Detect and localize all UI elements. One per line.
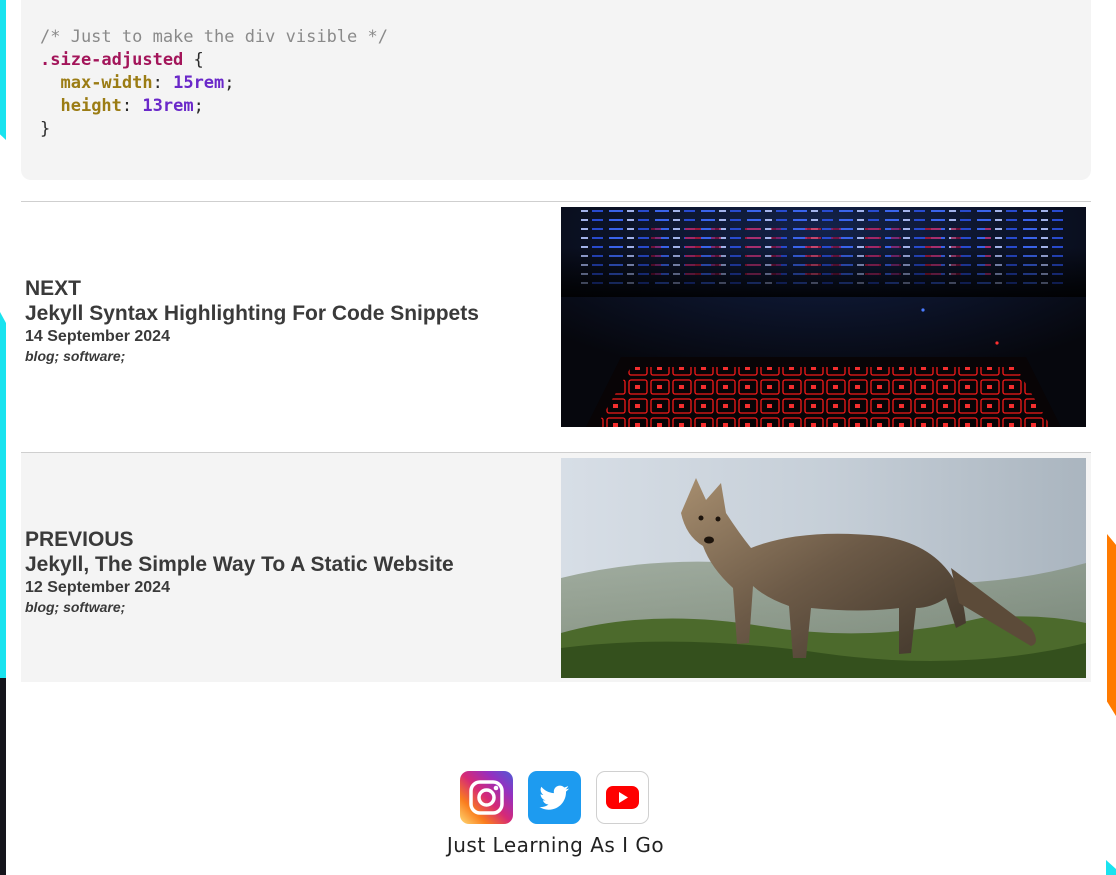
previous-post-info: PREVIOUS Jekyll, The Simple Way To A Sta…: [25, 528, 454, 616]
previous-post-link[interactable]: PREVIOUS Jekyll, The Simple Way To A Sta…: [21, 452, 1091, 682]
code-property: height: [60, 96, 122, 116]
twitter-icon[interactable]: [528, 771, 581, 824]
next-post-title[interactable]: Jekyll Syntax Highlighting For Code Snip…: [25, 301, 479, 327]
next-post-info: NEXT Jekyll Syntax Highlighting For Code…: [25, 277, 479, 365]
previous-post-title[interactable]: Jekyll, The Simple Way To A Static Websi…: [25, 552, 454, 578]
previous-label: PREVIOUS: [25, 528, 134, 551]
youtube-icon[interactable]: [596, 771, 649, 824]
code-comment: /* Just to make the div visible */: [40, 27, 388, 47]
code-value: 13rem: [142, 96, 194, 116]
code-brace: }: [40, 119, 51, 139]
next-post-date: 14 September 2024: [25, 328, 170, 345]
site-footer: Just Learning As I Go: [6, 693, 1105, 875]
decorative-edge-right: [1107, 534, 1116, 716]
code-snippet: } /* Just to make the div visible */ .si…: [21, 0, 1091, 180]
decorative-edge-left-middle: [0, 312, 6, 678]
decorative-edge-left-top: [0, 0, 6, 140]
code-value: 15rem: [173, 73, 225, 93]
next-post-link[interactable]: NEXT Jekyll Syntax Highlighting For Code…: [21, 201, 1091, 431]
site-tagline: Just Learning As I Go: [446, 833, 665, 857]
social-links: [460, 771, 649, 824]
code-brace: }: [40, 0, 50, 1]
laptop-keyboard-code-image[interactable]: [561, 207, 1086, 427]
code-property: max-width: [60, 73, 153, 93]
next-post-tags: blog; software;: [25, 348, 126, 364]
previous-post-date: 12 September 2024: [25, 579, 170, 596]
code-brace: {: [183, 50, 204, 70]
previous-post-tags: blog; software;: [25, 599, 126, 615]
code-selector: .size-adjusted: [40, 50, 184, 70]
instagram-icon[interactable]: [460, 771, 513, 824]
decorative-edge-bottom-right: [1106, 860, 1116, 875]
code-text: } /* Just to make the div visible */ .si…: [40, 0, 388, 141]
next-label: NEXT: [25, 277, 82, 300]
coyote-image[interactable]: [561, 458, 1086, 678]
